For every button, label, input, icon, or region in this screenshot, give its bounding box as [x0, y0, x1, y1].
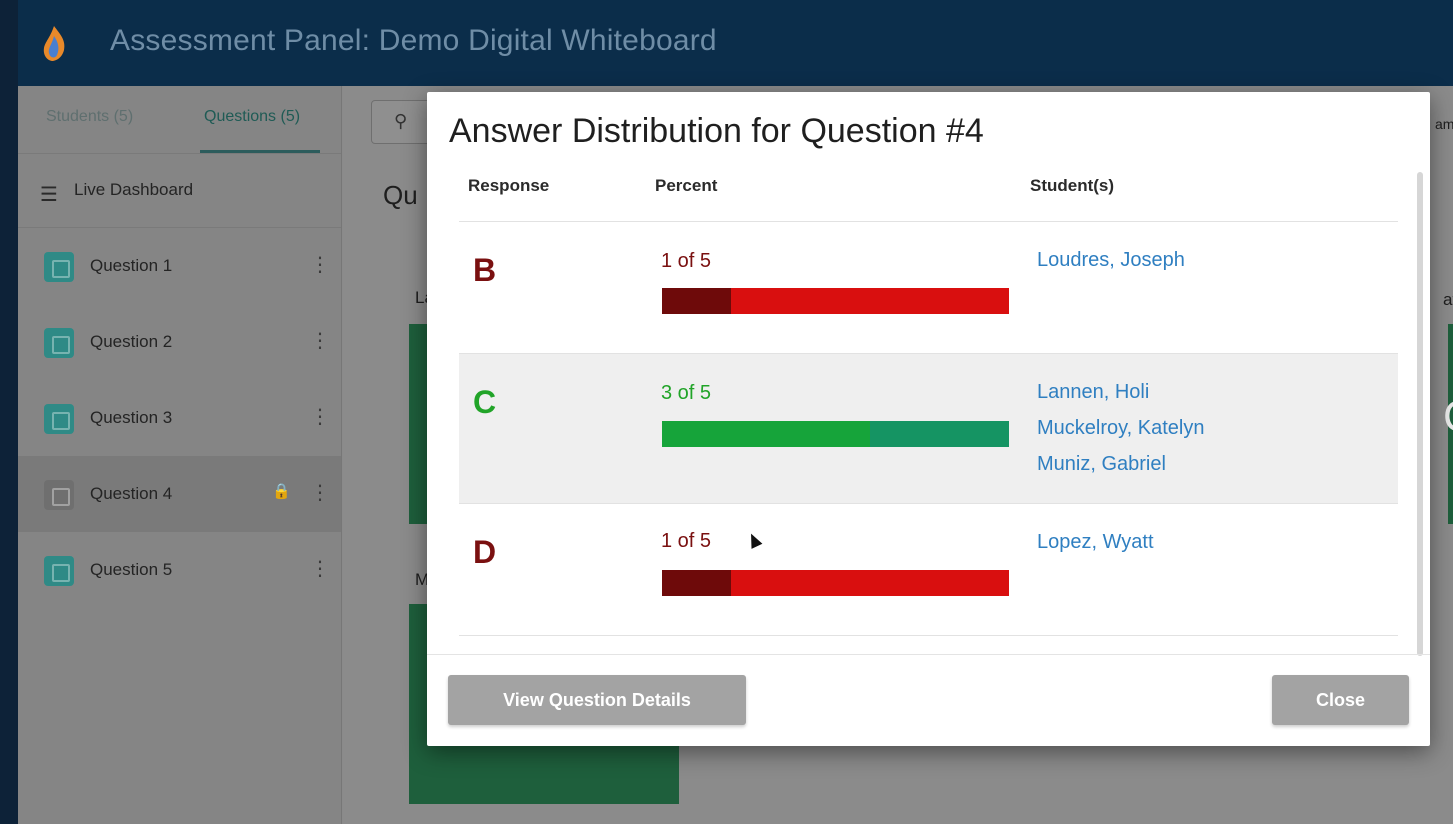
active-tab-indicator [200, 150, 320, 153]
response-bar-fill [662, 288, 732, 314]
student-list: Lannen, Holi Muckelroy, Katelyn Muniz, G… [1037, 374, 1204, 482]
student-list: Lopez, Wyatt [1037, 524, 1154, 560]
view-question-details-button[interactable]: View Question Details [448, 675, 746, 725]
card-label: at [1443, 290, 1453, 309]
question-icon [44, 480, 74, 510]
page-title: Qu [383, 180, 418, 210]
more-options-icon[interactable]: ⋮ [310, 328, 330, 353]
sidebar-item-question-5[interactable]: Question 5 ⋮ [18, 532, 341, 608]
lock-icon: 🔒 [272, 483, 291, 500]
sidebar: Students (5) Questions (5) ☰ Live Dashbo… [18, 86, 342, 824]
sidebar-tabs: Students (5) Questions (5) [18, 86, 341, 154]
question-icon [44, 252, 74, 282]
dialog-scrollbar[interactable] [1417, 172, 1423, 656]
question-icon [44, 556, 74, 586]
response-letter: C [473, 384, 497, 420]
column-header-response: Response [468, 176, 550, 195]
hamburger-menu-icon: ☰ [40, 184, 58, 206]
response-count: 1 of 5 [661, 250, 712, 272]
answer-distribution-dialog: Answer Distribution for Question #4 Resp… [427, 92, 1430, 746]
footer-divider [427, 654, 1430, 655]
app-frame: Assessment Panel: Demo Digital Whiteboar… [18, 0, 1453, 824]
dialog-title: Answer Distribution for Question #4 [449, 112, 984, 150]
student-link[interactable]: Muckelroy, Katelyn [1037, 410, 1204, 446]
student-link[interactable]: Muniz, Gabriel [1037, 446, 1204, 482]
response-bar [662, 570, 1009, 596]
tab-questions[interactable]: Questions (5) [204, 108, 300, 126]
response-bar [662, 288, 1009, 314]
response-row: C 3 of 5 Lannen, Holi Muckelroy, Katelyn… [459, 354, 1398, 504]
column-header-percent: Percent [655, 176, 718, 195]
response-count: 1 of 5 [661, 530, 712, 552]
sidebar-item-question-1[interactable]: Question 1 ⋮ [18, 228, 341, 304]
sidebar-item-question-2[interactable]: Question 2 ⋮ [18, 304, 341, 380]
student-link[interactable]: Lannen, Holi [1037, 374, 1204, 410]
response-row: B 1 of 5 Loudres, Joseph [459, 222, 1398, 354]
student-link[interactable]: Loudres, Joseph [1037, 242, 1185, 278]
tab-students[interactable]: Students (5) [46, 108, 133, 126]
response-bar-fill [662, 421, 871, 447]
top-bar: Assessment Panel: Demo Digital Whiteboar… [18, 0, 1453, 86]
sidebar-item-question-3[interactable]: Question 3 ⋮ [18, 380, 341, 456]
sidebar-item-question-4[interactable]: Question 4 🔒 ⋮ [18, 456, 341, 532]
close-button[interactable]: Close [1272, 675, 1409, 725]
response-bar-fill [662, 570, 732, 596]
question-label: Question 3 [90, 408, 173, 427]
live-dashboard-item[interactable]: ☰ Live Dashboard [18, 154, 341, 228]
question-icon [44, 328, 74, 358]
app-title: Assessment Panel: Demo Digital Whiteboar… [110, 24, 717, 57]
column-header-students: Student(s) [1030, 176, 1115, 195]
header-fragment: am [1435, 116, 1453, 132]
more-options-icon[interactable]: ⋮ [310, 252, 330, 277]
more-options-icon[interactable]: ⋮ [310, 480, 330, 505]
filter-button[interactable]: ⚲ [371, 100, 435, 144]
live-dashboard-label: Live Dashboard [74, 180, 194, 199]
question-label: Question 4 [90, 484, 173, 503]
question-label: Question 2 [90, 332, 173, 351]
response-count: 3 of 5 [661, 382, 712, 404]
response-letter: D [473, 534, 497, 570]
response-letter: B [473, 252, 497, 288]
more-options-icon[interactable]: ⋮ [310, 556, 330, 581]
question-icon [44, 404, 74, 434]
card-response-letter: C [1443, 392, 1453, 442]
question-label: Question 1 [90, 256, 173, 275]
more-options-icon[interactable]: ⋮ [310, 404, 330, 429]
flame-logo-icon [43, 26, 65, 61]
filter-icon: ⚲ [394, 111, 408, 131]
response-row: D 1 of 5 Lopez, Wyatt [459, 504, 1398, 636]
student-link[interactable]: Lopez, Wyatt [1037, 524, 1154, 560]
response-bar [662, 421, 1009, 447]
question-label: Question 5 [90, 560, 173, 579]
student-list: Loudres, Joseph [1037, 242, 1185, 278]
